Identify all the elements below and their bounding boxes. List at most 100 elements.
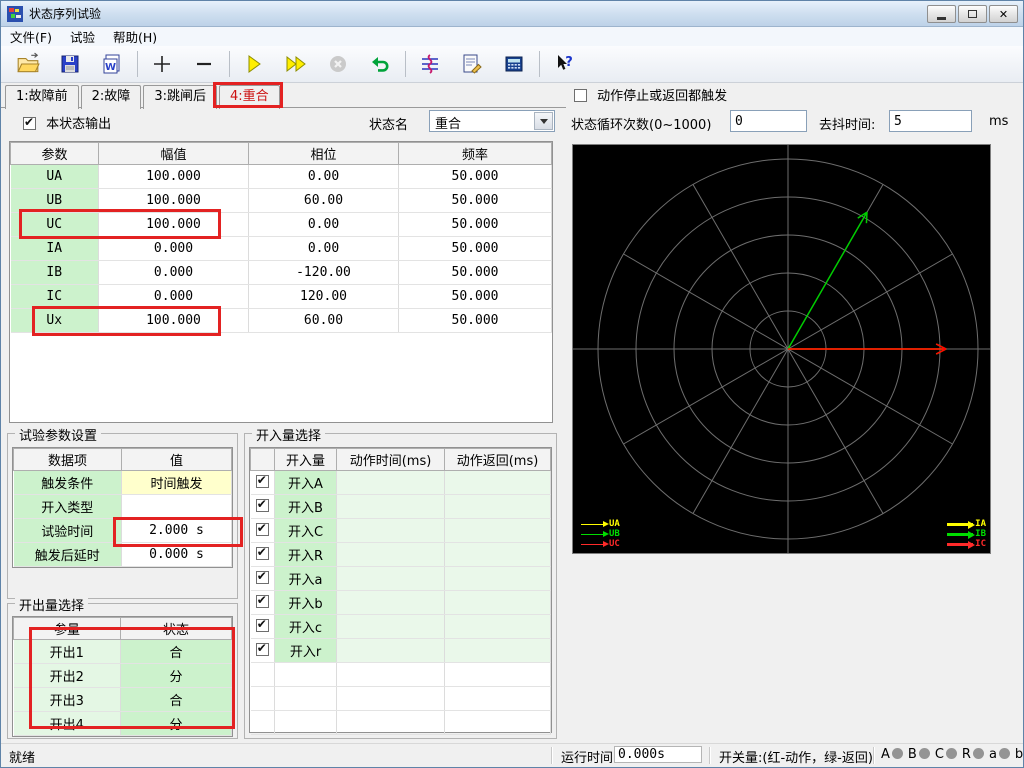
action-time-cell[interactable] — [337, 615, 445, 639]
param-name-cell[interactable]: 开入类型 — [14, 495, 122, 519]
harmonic-button[interactable] — [413, 50, 447, 78]
help-button[interactable]: ? — [547, 50, 581, 78]
export-report-button[interactable]: W — [95, 50, 129, 78]
phase-cell[interactable]: 0.00 — [249, 165, 399, 189]
param-name-cell[interactable]: 触发后延时 — [14, 543, 122, 567]
action-time-cell[interactable] — [337, 639, 445, 663]
param-value-cell[interactable]: 0.000 s — [122, 543, 232, 567]
amplitude-cell[interactable]: 100.000 — [99, 189, 249, 213]
contact-name-cell[interactable]: 开出1 — [14, 640, 121, 664]
action-time-cell[interactable] — [337, 519, 445, 543]
param-cell[interactable]: UA — [11, 165, 99, 189]
menu-file[interactable]: 文件(F) — [1, 26, 61, 47]
chevron-down-icon[interactable] — [534, 112, 553, 130]
action-return-cell[interactable] — [445, 471, 551, 495]
input-check-cell[interactable] — [251, 543, 275, 567]
param-value-cell[interactable]: 时间触发 — [122, 471, 232, 495]
param-cell[interactable]: Ux — [11, 309, 99, 333]
frequency-cell[interactable]: 50.000 — [399, 189, 552, 213]
input-name-cell[interactable]: 开入r — [275, 639, 337, 663]
action-time-cell[interactable] — [337, 543, 445, 567]
state-name-combobox[interactable]: 重合 — [429, 110, 555, 132]
frequency-cell[interactable]: 50.000 — [399, 285, 552, 309]
input-check-cell[interactable] — [251, 567, 275, 591]
param-cell[interactable]: IA — [11, 237, 99, 261]
contact-state-cell[interactable]: 合 — [121, 688, 232, 712]
add-state-button[interactable] — [145, 50, 179, 78]
amplitude-cell[interactable]: 0.000 — [99, 261, 249, 285]
menu-help[interactable]: 帮助(H) — [104, 26, 166, 47]
input-name-cell[interactable]: 开入A — [275, 471, 337, 495]
param-cell[interactable]: IC — [11, 285, 99, 309]
remove-state-button[interactable] — [187, 50, 221, 78]
input-check-cell[interactable] — [251, 471, 275, 495]
param-cell[interactable]: IB — [11, 261, 99, 285]
tab-state-4[interactable]: 4:重合 — [219, 85, 280, 109]
contact-name-cell[interactable]: 开出2 — [14, 664, 121, 688]
loop-count-input[interactable] — [730, 110, 807, 132]
phase-cell[interactable]: 60.00 — [249, 309, 399, 333]
action-return-cell[interactable] — [445, 615, 551, 639]
input-name-cell[interactable]: 开入b — [275, 591, 337, 615]
action-time-cell[interactable] — [337, 471, 445, 495]
maximize-button[interactable] — [958, 5, 987, 23]
input-name-cell[interactable]: 开入B — [275, 495, 337, 519]
close-button[interactable]: ✕ — [989, 5, 1018, 23]
input-check-cell[interactable] — [251, 639, 275, 663]
param-name-cell[interactable]: 触发条件 — [14, 471, 122, 495]
amplitude-cell[interactable]: 100.000 — [99, 213, 249, 237]
param-name-cell[interactable]: 试验时间 — [14, 519, 122, 543]
menu-test[interactable]: 试验 — [61, 26, 104, 47]
input-check-cell[interactable] — [251, 495, 275, 519]
action-return-cell[interactable] — [445, 567, 551, 591]
input-check-cell[interactable] — [251, 519, 275, 543]
minimize-button[interactable] — [927, 5, 956, 23]
amplitude-cell[interactable]: 0.000 — [99, 285, 249, 309]
amplitude-cell[interactable]: 100.000 — [99, 309, 249, 333]
input-name-cell[interactable]: 开入R — [275, 543, 337, 567]
frequency-cell[interactable]: 50.000 — [399, 213, 552, 237]
debounce-input[interactable] — [889, 110, 972, 132]
param-cell[interactable]: UB — [11, 189, 99, 213]
amplitude-cell[interactable]: 0.000 — [99, 237, 249, 261]
phase-cell[interactable]: 60.00 — [249, 189, 399, 213]
stop-button[interactable] — [321, 50, 355, 78]
save-button[interactable] — [53, 50, 87, 78]
frequency-cell[interactable]: 50.000 — [399, 261, 552, 285]
contact-state-cell[interactable]: 分 — [121, 664, 232, 688]
tab-state-3[interactable]: 3:跳闸后 — [143, 85, 217, 109]
tab-state-1[interactable]: 1:故障前 — [5, 85, 79, 109]
phase-cell[interactable]: 120.00 — [249, 285, 399, 309]
contact-state-cell[interactable]: 合 — [121, 640, 232, 664]
contact-state-cell[interactable]: 分 — [121, 712, 232, 736]
phase-cell[interactable]: 0.00 — [249, 213, 399, 237]
action-return-cell[interactable] — [445, 543, 551, 567]
undo-button[interactable] — [363, 50, 397, 78]
input-name-cell[interactable]: 开入c — [275, 615, 337, 639]
run-button[interactable] — [237, 50, 271, 78]
action-return-cell[interactable] — [445, 639, 551, 663]
input-check-cell[interactable] — [251, 591, 275, 615]
action-time-cell[interactable] — [337, 495, 445, 519]
contact-name-cell[interactable]: 开出3 — [14, 688, 121, 712]
report-button[interactable] — [455, 50, 489, 78]
action-return-cell[interactable] — [445, 591, 551, 615]
param-cell[interactable]: UC — [11, 213, 99, 237]
action-return-cell[interactable] — [445, 519, 551, 543]
input-name-cell[interactable]: 开入C — [275, 519, 337, 543]
action-time-cell[interactable] — [337, 591, 445, 615]
param-value-cell[interactable] — [122, 495, 232, 519]
open-button[interactable] — [11, 50, 45, 78]
param-value-cell[interactable]: 2.000 s — [122, 519, 232, 543]
frequency-cell[interactable]: 50.000 — [399, 165, 552, 189]
state-output-checkbox[interactable]: 本状态输出 — [23, 113, 111, 132]
calculator-button[interactable] — [497, 50, 531, 78]
amplitude-cell[interactable]: 100.000 — [99, 165, 249, 189]
phase-cell[interactable]: 0.00 — [249, 237, 399, 261]
input-check-cell[interactable] — [251, 615, 275, 639]
action-time-cell[interactable] — [337, 567, 445, 591]
tab-state-2[interactable]: 2:故障 — [81, 85, 142, 109]
contact-name-cell[interactable]: 开出4 — [14, 712, 121, 736]
frequency-cell[interactable]: 50.000 — [399, 309, 552, 333]
run-continuous-button[interactable] — [279, 50, 313, 78]
